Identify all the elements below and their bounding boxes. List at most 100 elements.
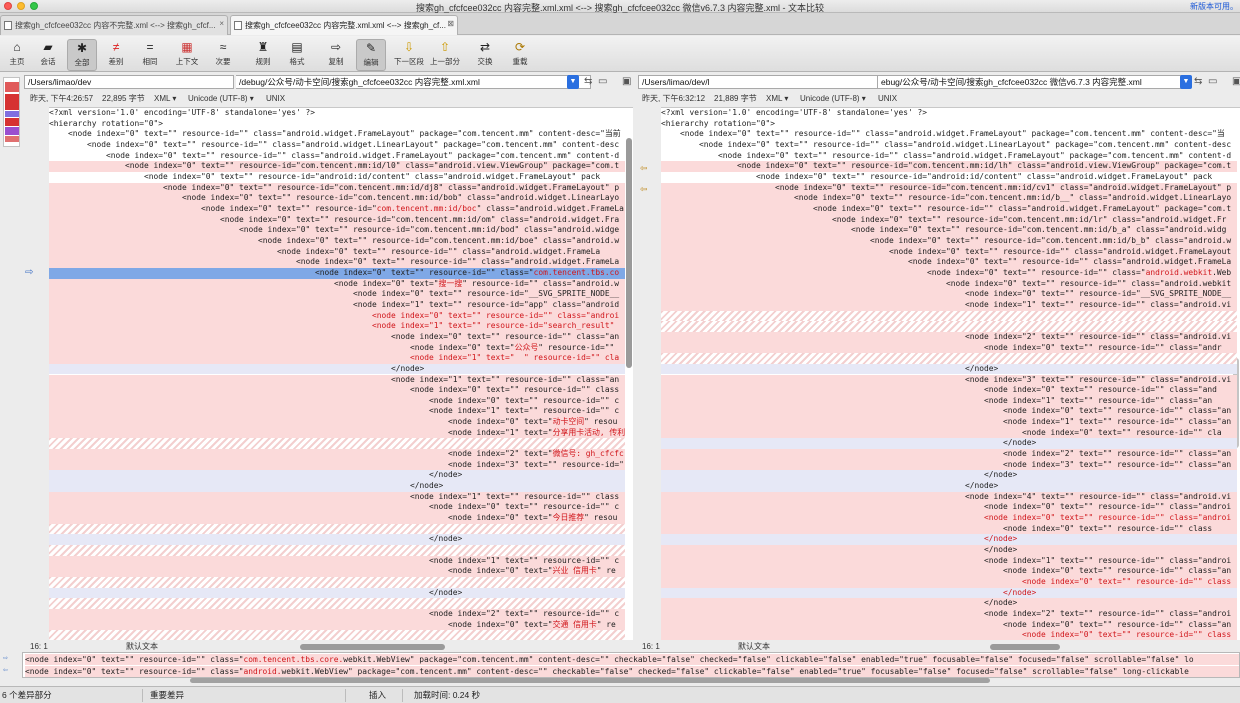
code-line[interactable]: <node index="0" text="" resource-id="com… bbox=[661, 214, 1237, 226]
code-line[interactable]: <node index="1" text="" resource-id="" c… bbox=[661, 417, 1237, 428]
right-line-ending[interactable]: UNIX bbox=[878, 92, 897, 106]
code-line[interactable]: <node index="0" text="搜一搜" resource-id="… bbox=[49, 278, 625, 290]
session-tab-2[interactable]: 搜索gh_cfcfcee032cc 内容完整.xml.xml <--> 搜索gh… bbox=[230, 15, 458, 35]
left-text-pane[interactable]: <?xml version='1.0' encoding='UTF-8' sta… bbox=[49, 107, 633, 640]
code-line[interactable]: <node index="0" text="" resource-id="" c… bbox=[49, 267, 625, 279]
toolbar-edit-button[interactable]: ✎ 编辑 bbox=[356, 39, 386, 71]
code-line[interactable]: <node index="2" text="" resource-id="" c… bbox=[661, 609, 1237, 620]
code-line[interactable] bbox=[661, 310, 1237, 322]
toolbar-reload-button[interactable]: ⟳ 重载 bbox=[505, 39, 535, 71]
code-line[interactable]: <node index="1" text=" " resource-id="" … bbox=[49, 353, 625, 364]
code-line[interactable]: <node index="1" text="" resource-id="app… bbox=[49, 299, 625, 311]
code-line[interactable]: <node index="3" text="" resource-id=" bbox=[49, 459, 625, 471]
code-line[interactable]: <node index="2" text="微信号: gh_cfcfc bbox=[49, 449, 625, 460]
code-line[interactable]: <node index="0" text="" resource-id="com… bbox=[49, 203, 625, 215]
toolbar-prev-section-button[interactable]: ⇧ 上一部分 bbox=[430, 39, 460, 71]
code-line[interactable]: </node> bbox=[49, 481, 625, 492]
code-line[interactable]: <node index="1" text="" resource-id="sea… bbox=[49, 321, 625, 332]
right-path-dropdown-icon[interactable]: ▼ bbox=[1180, 75, 1192, 89]
code-line[interactable]: <node index="0" text="" resource-id="and… bbox=[49, 172, 625, 183]
code-line[interactable]: <node index="0" text="" resource-id="" c… bbox=[661, 385, 1237, 396]
detail-horizontal-scrollbar[interactable] bbox=[190, 678, 990, 683]
code-line[interactable]: <node index="0" text="" resource-id="" c… bbox=[661, 129, 1237, 140]
code-line[interactable]: <node index="0" text="" resource-id="__S… bbox=[49, 289, 625, 300]
copy-to-left-arrow-icon[interactable]: ⇦ bbox=[640, 163, 648, 174]
line-detail-pane[interactable]: ⇨ ⇦ <node index="0" text="" resource-id=… bbox=[3, 652, 1240, 678]
code-line[interactable]: <node index="1" text="" resource-id="" c bbox=[49, 555, 625, 567]
left-path-dropdown-icon[interactable]: ▼ bbox=[567, 75, 579, 89]
code-line[interactable] bbox=[49, 630, 625, 640]
left-encoding-select[interactable]: Unicode (UTF-8) ▾ bbox=[188, 92, 254, 106]
code-line[interactable] bbox=[49, 598, 625, 610]
left-path-input[interactable]: /Users/limao/dev bbox=[24, 75, 234, 89]
code-line[interactable]: <node index="2" text="" resource-id="" c bbox=[49, 609, 625, 620]
code-line[interactable] bbox=[49, 577, 625, 588]
code-line[interactable]: <node index="0" text="今日推荐" resou bbox=[49, 513, 625, 524]
code-line[interactable]: <node index="0" text="兴业 信用卡" re bbox=[49, 566, 625, 578]
code-line[interactable]: <node index="0" text="" resource-id="" c… bbox=[661, 523, 1237, 535]
tab-close-icon[interactable]: × bbox=[219, 19, 224, 28]
code-line[interactable]: <node index="0" text="" resource-id="" c bbox=[49, 395, 625, 407]
code-line[interactable]: <node index="0" text="" resource-id="com… bbox=[661, 235, 1237, 247]
code-line[interactable]: <node index="0" text="" resource-id="com… bbox=[49, 225, 625, 236]
code-line[interactable]: <node index="0" text="" resource-id="com… bbox=[661, 182, 1237, 194]
code-line[interactable]: <node index="2" text="" resource-id="" c… bbox=[661, 331, 1237, 343]
toolbar-diffs-button[interactable]: ≠ 差别 bbox=[101, 39, 131, 71]
code-line[interactable]: <node index="0" text="" resource-id="" c… bbox=[661, 257, 1237, 268]
left-line-ending[interactable]: UNIX bbox=[266, 92, 285, 106]
toolbar-context-button[interactable]: ▦ 上下文 bbox=[172, 39, 202, 71]
code-line[interactable]: <node index="0" text="" resource-id="" c… bbox=[661, 278, 1237, 290]
code-line[interactable]: <node index="1" text="" resource-id="" c… bbox=[661, 395, 1237, 407]
code-line[interactable]: <node index="0" text="" resource-id="" c… bbox=[661, 502, 1237, 514]
code-line[interactable]: <?xml version='1.0' encoding='UTF-8' sta… bbox=[49, 108, 625, 119]
toolbar-all-button[interactable]: ✱ 全部 bbox=[67, 39, 97, 71]
code-line[interactable]: <node index="0" text="" resource-id="com… bbox=[661, 225, 1237, 236]
code-line[interactable]: <node index="1" text="分享用卡活动, 传利 bbox=[49, 427, 625, 439]
code-line[interactable]: <node index="0" text="动卡空间" resou bbox=[49, 417, 625, 428]
right-history-icon[interactable]: ⇆ bbox=[1194, 76, 1202, 87]
code-line[interactable]: </node> bbox=[49, 534, 625, 546]
toolbar-swap-button[interactable]: ⇄ 交换 bbox=[470, 39, 500, 71]
code-line[interactable]: </node> bbox=[661, 587, 1237, 599]
code-line[interactable]: </node> bbox=[661, 545, 1237, 556]
code-line[interactable]: <node index="0" text="" resource-id="" c… bbox=[661, 140, 1237, 151]
code-line[interactable]: <node index="3" text="" resource-id="" c… bbox=[661, 374, 1237, 386]
left-horizontal-scrollbar[interactable] bbox=[300, 644, 445, 650]
right-save-icon[interactable]: ▣ bbox=[1232, 76, 1240, 87]
toolbar-format-button[interactable]: ▤ 格式 bbox=[282, 39, 312, 71]
code-line[interactable]: <node index="1" text="" resource-id="" c… bbox=[49, 374, 625, 386]
left-save-icon[interactable]: ▣ bbox=[622, 76, 631, 87]
code-line[interactable]: <node index="0" text="" resource-id="" c… bbox=[661, 630, 1237, 640]
code-line[interactable] bbox=[661, 321, 1237, 332]
code-line[interactable]: </node> bbox=[661, 598, 1237, 610]
toolbar-home-button[interactable]: ⌂ 主页 bbox=[2, 39, 32, 71]
code-line[interactable]: <node index="0" text="" resource-id="com… bbox=[661, 193, 1237, 204]
code-line[interactable]: <node index="0" text="" resource-id="" c… bbox=[661, 246, 1237, 258]
code-line[interactable]: <node index="0" text="" resource-id="" c… bbox=[49, 140, 625, 151]
right-horizontal-scrollbar[interactable] bbox=[990, 644, 1060, 650]
right-format-select[interactable]: XML ▾ bbox=[766, 92, 788, 106]
code-line[interactable]: <node index="0" text="" resource-id="com… bbox=[49, 161, 625, 172]
code-line[interactable]: </node> bbox=[49, 587, 625, 599]
code-line[interactable]: <node index="0" text="" resource-id="com… bbox=[661, 161, 1237, 172]
right-path-input-end[interactable]: ebug/公众号/动卡空间/搜索gh_cfcfcee032cc 微信v6.7.3… bbox=[878, 75, 1188, 89]
code-line[interactable]: <node index="0" text="" resource-id="" c… bbox=[49, 257, 625, 268]
code-line[interactable] bbox=[49, 545, 625, 556]
code-line[interactable]: <node index="0" text="" resource-id="" c… bbox=[661, 566, 1237, 578]
update-available-link[interactable]: 新版本可用。 bbox=[1190, 1, 1238, 12]
code-line[interactable]: <node index="0" text="" resource-id="" c… bbox=[49, 331, 625, 343]
toolbar-next-section-button[interactable]: ⇩ 下一区段 bbox=[394, 39, 424, 71]
code-line[interactable]: <node index="0" text="" resource-id="" c… bbox=[49, 129, 625, 140]
code-line[interactable]: <hierarchy rotation="0"> bbox=[661, 119, 1237, 130]
copy-to-left-arrow-icon[interactable]: ⇦ bbox=[640, 184, 648, 195]
code-line[interactable]: <node index="0" text="" resource-id="" c… bbox=[661, 577, 1237, 588]
difference-overview-map[interactable] bbox=[3, 77, 20, 147]
code-line[interactable]: <node index="1" text="" resource-id="" c bbox=[49, 406, 625, 418]
right-text-pane[interactable]: <?xml version='1.0' encoding='UTF-8' sta… bbox=[661, 107, 1240, 640]
left-history-icon[interactable]: ⇆ bbox=[584, 76, 592, 87]
code-line[interactable]: <node index="0" text="" resource-id="" c… bbox=[661, 151, 1237, 162]
insert-mode[interactable]: 插入 bbox=[369, 687, 386, 703]
code-line[interactable]: </node> bbox=[49, 470, 625, 482]
code-line[interactable]: </node> bbox=[661, 534, 1237, 546]
toolbar-session-button[interactable]: ▰ 会话 bbox=[33, 39, 63, 71]
